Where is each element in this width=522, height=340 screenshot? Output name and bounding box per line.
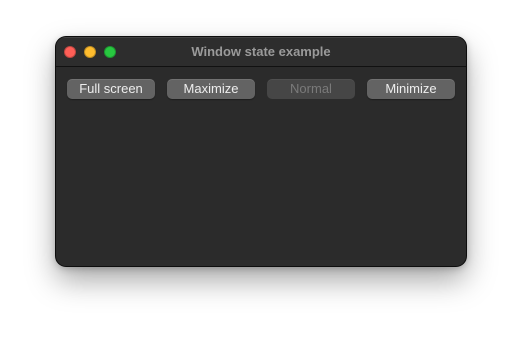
normal-button: Normal — [267, 79, 355, 99]
desktop-background: Window state example Full screen Maximiz… — [0, 0, 522, 340]
app-window: Window state example Full screen Maximiz… — [56, 37, 466, 266]
maximize-button[interactable]: Maximize — [167, 79, 255, 99]
window-title: Window state example — [191, 44, 331, 59]
title-bar[interactable]: Window state example — [56, 37, 466, 67]
window-content: Full screen Maximize Normal Minimize — [56, 67, 466, 266]
minimize-button[interactable]: Minimize — [367, 79, 455, 99]
full-screen-button[interactable]: Full screen — [67, 79, 155, 99]
